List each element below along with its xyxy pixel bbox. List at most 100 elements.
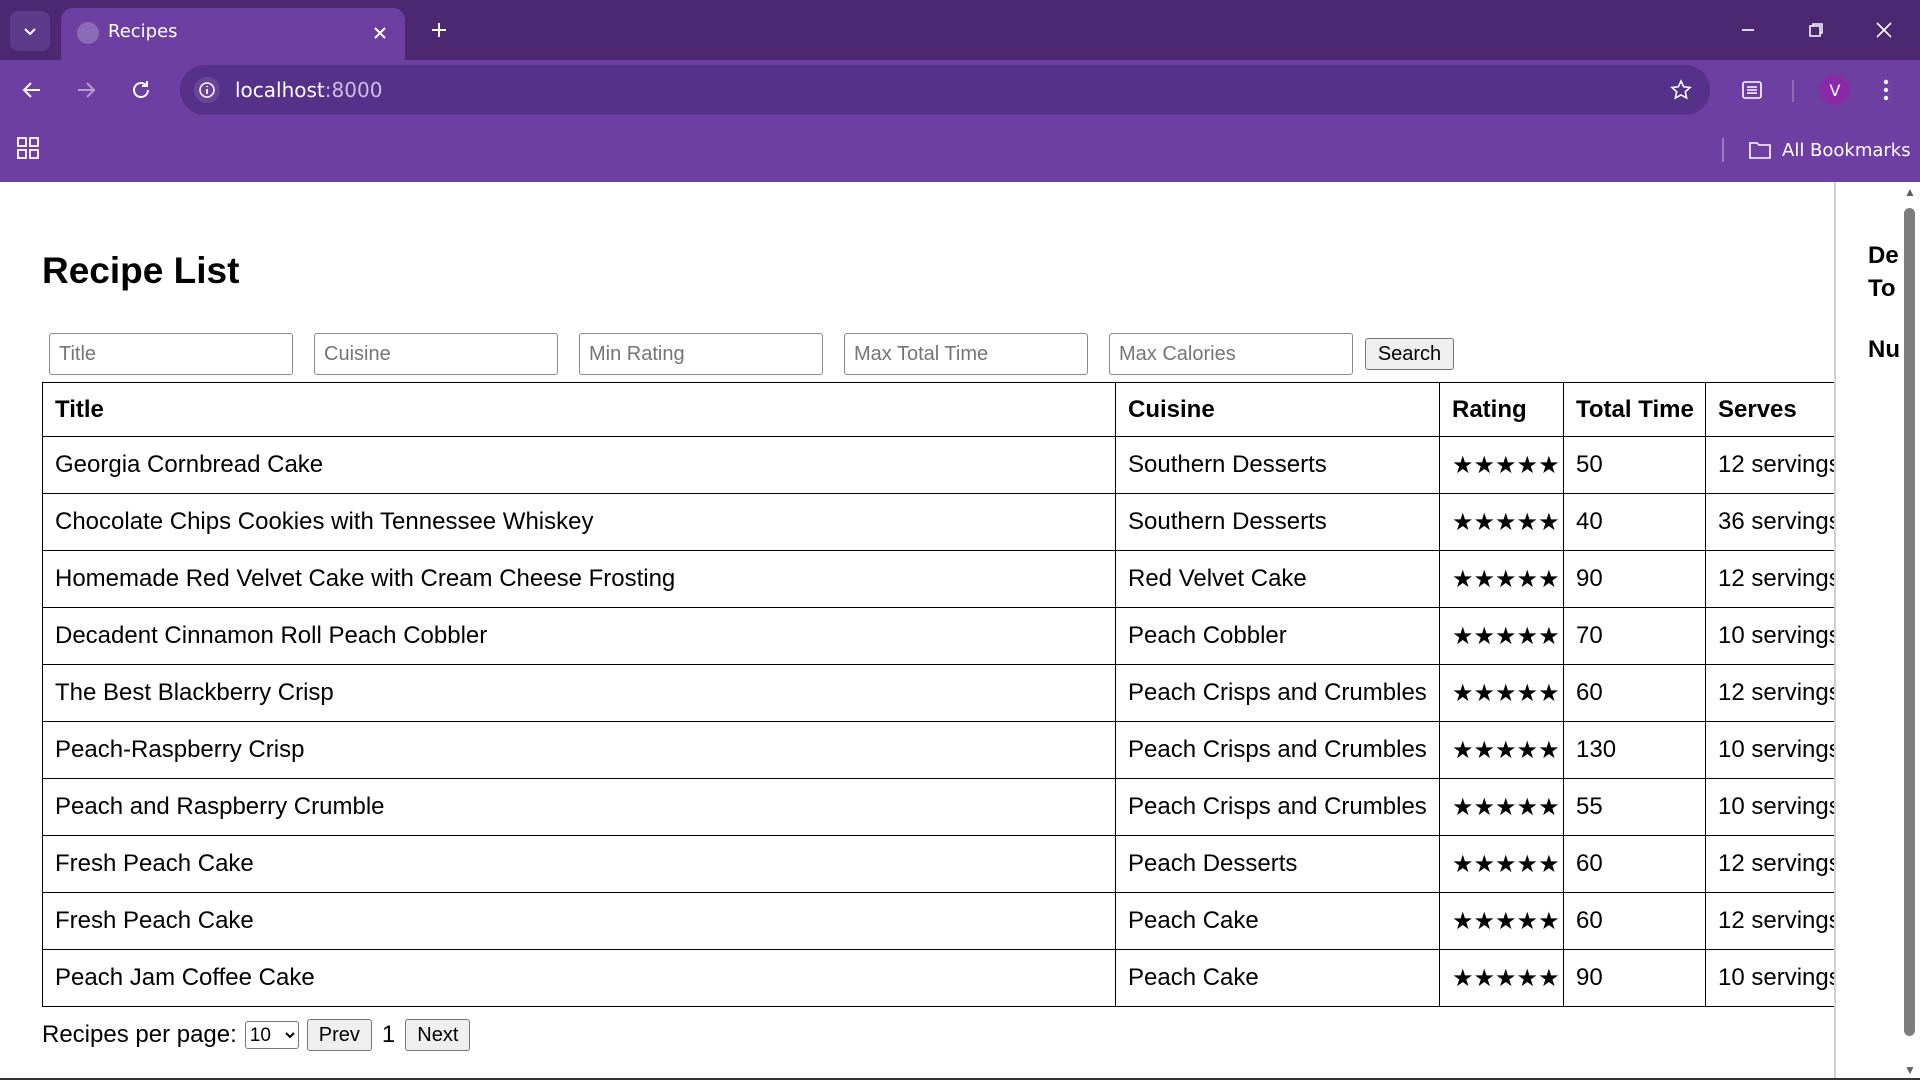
cell-title: The Best Blackberry Crisp	[42, 664, 1116, 722]
cell-rating-stars: ★★★★★	[1439, 607, 1564, 665]
tab-close-button[interactable]	[367, 20, 393, 46]
cell-cuisine: Peach Crisps and Crumbles	[1115, 778, 1440, 836]
cell-cuisine: Peach Crisps and Crumbles	[1115, 721, 1440, 779]
cuisine-filter-input[interactable]	[314, 333, 558, 375]
back-button[interactable]	[12, 70, 52, 110]
reload-icon	[133, 81, 149, 98]
title-filter-input[interactable]	[49, 333, 293, 375]
table-row[interactable]: Peach-Raspberry Crisp Peach Crisps and C…	[42, 721, 1834, 779]
next-page-button[interactable]: Next	[405, 1019, 471, 1051]
forward-button[interactable]	[66, 70, 106, 110]
cell-rating-stars: ★★★★★	[1439, 778, 1564, 836]
site-info-icon[interactable]	[194, 77, 220, 103]
tab-search-button[interactable]	[10, 11, 50, 51]
new-tab-button[interactable]	[422, 13, 456, 47]
table-row[interactable]: Georgia Cornbread Cake Southern Desserts…	[42, 436, 1834, 494]
prev-page-button[interactable]: Prev	[306, 1019, 372, 1051]
cell-rating-stars: ★★★★★	[1439, 835, 1564, 893]
cell-rating-stars: ★★★★★	[1439, 664, 1564, 722]
cell-serves: 12 servings	[1705, 550, 1834, 608]
tab-title: Recipes	[108, 21, 178, 42]
all-bookmarks-label: All Bookmarks	[1782, 139, 1911, 161]
max-calories-filter-input[interactable]	[1109, 333, 1353, 375]
bookmarks-separator	[1722, 138, 1724, 162]
cell-total-time: 90	[1563, 949, 1706, 1007]
cell-cuisine: Peach Desserts	[1115, 835, 1440, 893]
table-row[interactable]: Fresh Peach Cake Peach Cake ★★★★★ 60 12 …	[42, 892, 1834, 950]
address-bar[interactable]: localhost:8000	[180, 65, 1710, 115]
cell-title: Georgia Cornbread Cake	[42, 436, 1116, 494]
cell-total-time: 130	[1563, 721, 1706, 779]
cell-cuisine: Peach Crisps and Crumbles	[1115, 664, 1440, 722]
cell-serves: 12 servings	[1705, 835, 1834, 893]
recipe-table: Title Cuisine Rating Total Time Serves G…	[42, 382, 1834, 1007]
table-row[interactable]: The Best Blackberry Crisp Peach Crisps a…	[42, 664, 1834, 722]
column-header-title[interactable]: Title	[42, 382, 1116, 437]
table-row[interactable]: Chocolate Chips Cookies with Tennessee W…	[42, 493, 1834, 551]
active-tab[interactable]: Recipes	[61, 8, 405, 60]
cell-rating-stars: ★★★★★	[1439, 493, 1564, 551]
url-host: localhost	[235, 78, 325, 102]
cell-title: Peach Jam Coffee Cake	[42, 949, 1116, 1007]
cell-serves: 36 servings	[1705, 493, 1834, 551]
cell-total-time: 60	[1563, 664, 1706, 722]
column-header-serves[interactable]: Serves	[1705, 382, 1834, 437]
cell-rating-stars: ★★★★★	[1439, 436, 1564, 494]
cell-title: Peach-Raspberry Crisp	[42, 721, 1116, 779]
page-title: Recipe List	[42, 250, 240, 291]
reading-list-icon[interactable]	[1734, 72, 1770, 108]
per-page-select[interactable]: 10	[244, 1021, 299, 1049]
cell-serves: 10 servings	[1705, 721, 1834, 779]
all-bookmarks-button[interactable]: All Bookmarks	[1748, 136, 1911, 164]
search-button[interactable]: Search	[1365, 338, 1454, 370]
table-row[interactable]: Peach and Raspberry Crumble Peach Crisps…	[42, 778, 1834, 836]
cell-total-time: 90	[1563, 550, 1706, 608]
scrollbar-thumb[interactable]	[1904, 208, 1915, 1036]
cell-total-time: 70	[1563, 607, 1706, 665]
bookmark-star-icon[interactable]	[1668, 77, 1694, 103]
toolbar-separator	[1792, 80, 1794, 102]
table-row[interactable]: Fresh Peach Cake Peach Desserts ★★★★★ 60…	[42, 835, 1834, 893]
url-text[interactable]: localhost:8000	[235, 78, 382, 102]
cell-serves: 12 servings	[1705, 436, 1834, 494]
vertical-scrollbar[interactable]: ▲ ▼	[1900, 182, 1920, 1080]
cell-title: Fresh Peach Cake	[42, 835, 1116, 893]
max-total-time-filter-input[interactable]	[844, 333, 1088, 375]
chevron-down-icon	[24, 28, 36, 36]
url-port: :8000	[324, 78, 383, 102]
cell-cuisine: Southern Desserts	[1115, 436, 1440, 494]
cell-serves: 10 servings	[1705, 607, 1834, 665]
cell-cuisine: Red Velvet Cake	[1115, 550, 1440, 608]
arrow-right-icon	[78, 82, 96, 98]
minimize-button[interactable]	[1726, 10, 1770, 50]
reload-button[interactable]	[121, 70, 161, 110]
min-rating-filter-input[interactable]	[579, 333, 823, 375]
per-page-label: Recipes per page:	[42, 1021, 237, 1048]
detail-heading-partial: De	[1868, 242, 1899, 269]
table-row[interactable]: Homemade Red Velvet Cake with Cream Chee…	[42, 550, 1834, 608]
table-row[interactable]: Peach Jam Coffee Cake Peach Cake ★★★★★ 9…	[42, 949, 1834, 1007]
kebab-menu-icon[interactable]	[1868, 72, 1904, 108]
scroll-down-arrow-icon[interactable]: ▼	[1904, 1063, 1916, 1077]
close-icon	[374, 27, 386, 39]
column-header-rating[interactable]: Rating	[1439, 382, 1564, 437]
cell-serves: 12 servings	[1705, 892, 1834, 950]
close-icon	[1876, 22, 1892, 38]
cell-total-time: 60	[1563, 835, 1706, 893]
close-window-button[interactable]	[1862, 10, 1906, 50]
column-header-cuisine[interactable]: Cuisine	[1115, 382, 1440, 437]
scroll-up-arrow-icon[interactable]: ▲	[1904, 185, 1916, 199]
cell-rating-stars: ★★★★★	[1439, 721, 1564, 779]
table-row[interactable]: Decadent Cinnamon Roll Peach Cobbler Pea…	[42, 607, 1834, 665]
profile-avatar[interactable]: V	[1820, 75, 1850, 105]
cell-total-time: 60	[1563, 892, 1706, 950]
cell-rating-stars: ★★★★★	[1439, 550, 1564, 608]
restore-button[interactable]	[1794, 10, 1838, 50]
cell-serves: 10 servings	[1705, 778, 1834, 836]
cell-cuisine: Peach Cake	[1115, 949, 1440, 1007]
column-header-total-time[interactable]: Total Time	[1563, 382, 1706, 437]
minimize-icon	[1742, 29, 1754, 31]
cell-title: Peach and Raspberry Crumble	[42, 778, 1116, 836]
cell-rating-stars: ★★★★★	[1439, 892, 1564, 950]
apps-grid-icon[interactable]	[16, 136, 44, 164]
